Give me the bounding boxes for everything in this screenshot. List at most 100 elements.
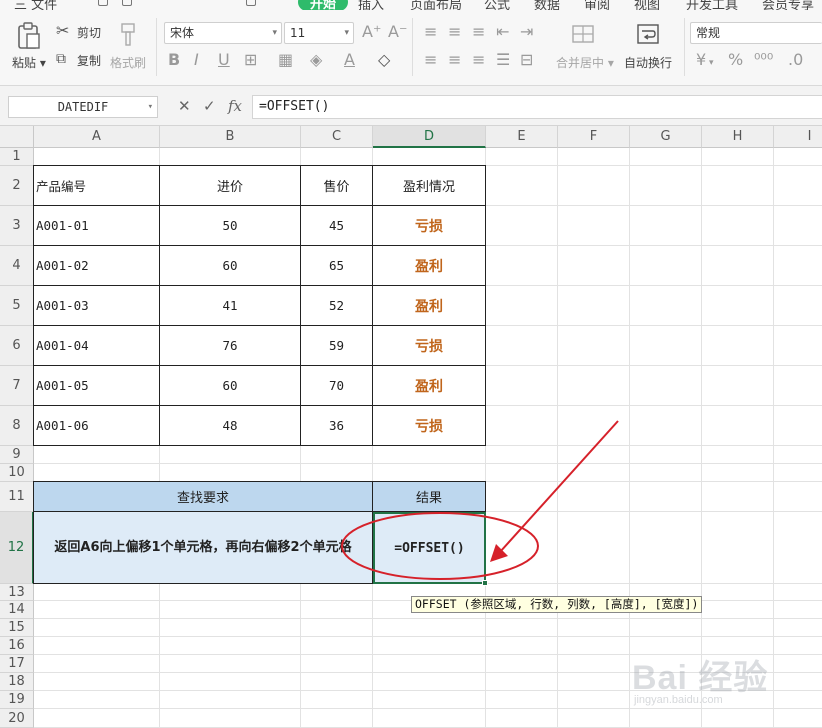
table-header-cell[interactable]: 产品编号 [34,166,160,206]
font-color-icon[interactable]: A [344,52,355,68]
product-id-cell[interactable]: A001-05 [34,366,160,406]
row-header-18[interactable]: 18 [0,673,34,691]
profit-status-cell[interactable]: 盈利 [373,246,486,286]
menu-file[interactable]: 三 文件 [14,0,57,10]
row-header-20[interactable]: 20 [0,709,34,728]
row-header-12[interactable]: 12 [0,512,34,584]
column-header-d[interactable]: D [373,126,486,148]
eraser-icon[interactable]: ◇ [378,52,390,68]
tab-data[interactable]: 数据 [534,0,560,10]
currency-icon[interactable]: ¥ ▾ [696,52,714,71]
row-header-6[interactable]: 6 [0,326,34,366]
row-header-7[interactable]: 7 [0,366,34,406]
price-cell[interactable]: 36 [301,406,373,446]
table-header-cell[interactable]: 盈利情况 [373,166,486,206]
row-header-5[interactable]: 5 [0,286,34,326]
profit-status-cell[interactable]: 盈利 [373,366,486,406]
underline-icon[interactable]: U [218,52,230,68]
format-painter-button[interactable]: 格式刷 [110,54,146,71]
requirement-text-cell[interactable]: 返回A6向上偏移1个单元格，再向右偏移2个单元格 [34,512,373,584]
profit-status-cell[interactable]: 亏损 [373,326,486,366]
spreadsheet-grid[interactable]: ABCDEFGHI 1 2 3 4 5 6 7 8 9 10 11 12 13 14 15 16 17 18 19 2… [0,126,822,728]
italic-icon[interactable]: I [194,52,199,68]
price-cell[interactable]: 59 [301,326,373,366]
thousands-icon[interactable]: ⁰⁰⁰ [754,52,773,68]
paste-button[interactable]: 粘贴 ▾ [12,54,46,71]
fill-color-icon[interactable]: ◈ [310,52,322,68]
table-header-cell[interactable]: 进价 [160,166,301,206]
print-icon[interactable] [122,0,132,6]
result-header-cell[interactable]: 结果 [373,482,486,512]
price-cell[interactable]: 76 [160,326,301,366]
name-box[interactable]: DATEDIF ▾ [8,96,158,118]
align-right-icon[interactable]: ≡ [472,52,485,68]
profit-status-cell[interactable]: 亏损 [373,206,486,246]
align-middle-icon[interactable]: ≡ [448,24,461,40]
price-cell[interactable]: 60 [160,366,301,406]
number-format-select[interactable]: 常规 [690,22,822,44]
column-header-a[interactable]: A [34,126,160,148]
row-header-4[interactable]: 4 [0,246,34,286]
row-header-19[interactable]: 19 [0,691,34,709]
justify-icon[interactable]: ☰ [496,52,510,68]
row-header-14[interactable]: 14 [0,601,34,619]
paste-icon[interactable] [16,22,42,50]
pattern-icon[interactable]: ▦ [278,52,293,68]
requirement-header-cell[interactable]: 查找要求 [34,482,373,512]
font-shrink-icon[interactable]: A⁻ [388,24,407,40]
tab-developer[interactable]: 开发工具 [686,0,738,10]
row-header-11[interactable]: 11 [0,482,34,512]
tab-member[interactable]: 会员专享 [762,0,814,10]
tab-view[interactable]: 视图 [634,0,660,10]
align-bottom-icon[interactable]: ≡ [472,24,485,40]
format-painter-icon[interactable] [118,22,138,48]
column-header-b[interactable]: B [160,126,301,148]
copy-icon[interactable]: ⧉ [56,51,66,67]
price-cell[interactable]: 48 [160,406,301,446]
row-header-15[interactable]: 15 [0,619,34,637]
scissors-icon[interactable]: ✂ [56,23,69,39]
column-header-f[interactable]: F [558,126,630,148]
column-header-e[interactable]: E [486,126,558,148]
row-header-16[interactable]: 16 [0,637,34,655]
fill-handle[interactable] [482,580,488,586]
tab-formulas[interactable]: 公式 [484,0,510,10]
cut-button[interactable]: 剪切 [77,24,101,41]
row-header-8[interactable]: 8 [0,406,34,446]
profit-status-cell[interactable]: 盈利 [373,286,486,326]
decimal-icon[interactable]: .0 [788,52,803,68]
price-cell[interactable]: 41 [160,286,301,326]
save-icon[interactable] [98,0,108,6]
column-header-c[interactable]: C [301,126,373,148]
row-header-10[interactable]: 10 [0,464,34,482]
row-header-1[interactable]: 1 [0,148,34,166]
tab-home[interactable]: 开始 [298,0,349,10]
font-grow-icon[interactable]: A⁺ [362,24,381,40]
price-cell[interactable]: 70 [301,366,373,406]
wrap-text-icon[interactable] [637,24,659,44]
price-cell[interactable]: 50 [160,206,301,246]
tab-page-layout[interactable]: 页面布局 [410,0,462,10]
select-all-corner[interactable] [0,126,34,148]
row-header-9[interactable]: 9 [0,446,34,464]
merge-center-button[interactable]: 合并居中 ▾ [556,54,614,71]
product-id-cell[interactable]: A001-01 [34,206,160,246]
profit-status-cell[interactable]: 亏损 [373,406,486,446]
distributed-icon[interactable]: ⊟ [520,52,533,68]
align-center-icon[interactable]: ≡ [448,52,461,68]
product-id-cell[interactable]: A001-06 [34,406,160,446]
row-header-17[interactable]: 17 [0,655,34,673]
table-header-cell[interactable]: 售价 [301,166,373,206]
row-header-3[interactable]: 3 [0,206,34,246]
undo-icon[interactable] [246,0,256,6]
product-id-cell[interactable]: A001-03 [34,286,160,326]
indent-decrease-icon[interactable]: ⇤ [496,24,509,40]
tab-insert[interactable]: 插入 [358,0,384,10]
border-icon[interactable]: ⊞ [244,52,257,68]
fx-icon[interactable]: fx [228,97,242,115]
tab-review[interactable]: 审阅 [584,0,610,10]
indent-increase-icon[interactable]: ⇥ [520,24,533,40]
product-id-cell[interactable]: A001-04 [34,326,160,366]
column-header-g[interactable]: G [630,126,702,148]
product-id-cell[interactable]: A001-02 [34,246,160,286]
